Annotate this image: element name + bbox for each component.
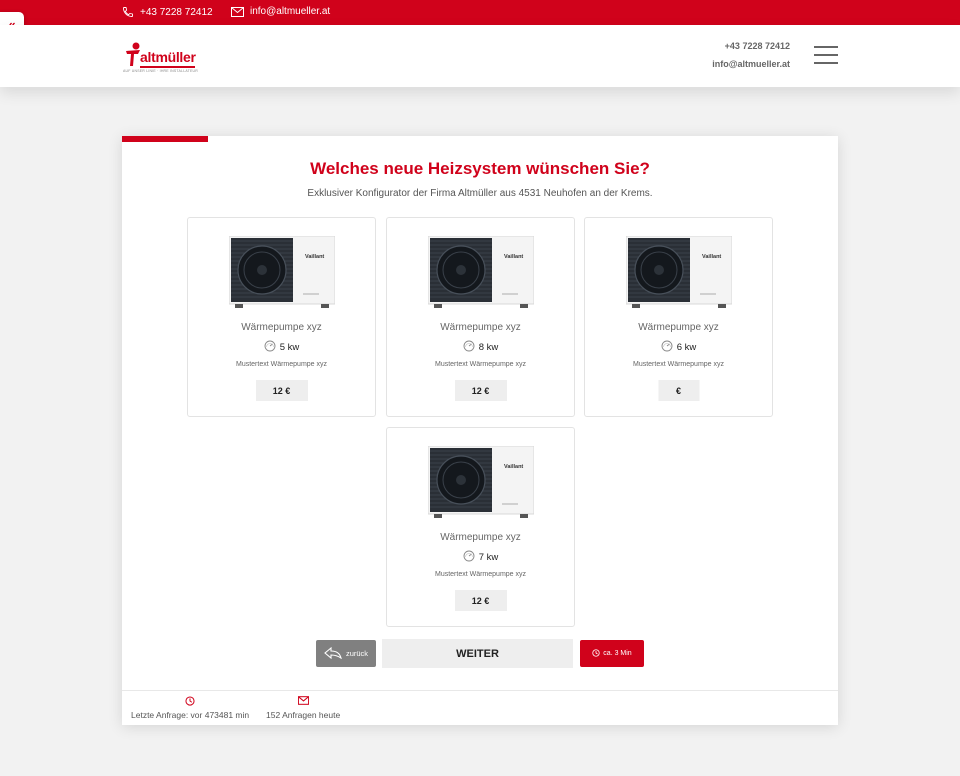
requests-today-text: 152 Anfragen heute	[266, 710, 341, 720]
logo-underline	[140, 66, 195, 68]
next-button[interactable]: WEITER	[382, 639, 573, 668]
header-email-link[interactable]: info@altmueller.at	[712, 59, 790, 69]
option-name: Wärmepumpe xyz	[440, 532, 521, 543]
option-card-heatpump-3[interactable]: Vaillant Wärmepumpe xyz 6 kw Mustertext …	[584, 217, 773, 417]
option-description: Mustertext Wärmepumpe xyz	[235, 361, 328, 368]
svg-text:Vaillant: Vaillant	[702, 254, 721, 260]
site-header: altmüller AUF UNSER LINIE · IHRE INSTALL…	[0, 25, 960, 87]
last-request-text: Letzte Anfrage: vor 473481 min	[131, 710, 250, 720]
header-phone-link[interactable]: +43 7228 72412	[725, 41, 790, 51]
option-power-value: 7 kw	[478, 552, 499, 563]
configurator-card: Welches neue Heizsystem wünschen Sie? Ex…	[122, 136, 838, 725]
topbar-phone-link[interactable]: +43 7228 72412	[122, 6, 213, 18]
option-price-badge: 12 €	[454, 590, 507, 611]
top-contact-bar: +43 7228 72412 info@altmueller.at	[0, 0, 960, 25]
option-name: Wärmepumpe xyz	[241, 322, 322, 333]
option-power-value: 8 kw	[478, 342, 499, 353]
configurator-title: Welches neue Heizsystem wünschen Sie?	[310, 159, 650, 178]
heat-pump-image: Vaillant	[427, 445, 535, 518]
configurator-subtitle: Exklusiver Konfigurator der Firma Altmül…	[307, 188, 653, 199]
option-power-value: 6 kw	[676, 342, 697, 353]
progress-bar	[122, 136, 208, 142]
last-request-stat: Letzte Anfrage: vor 473481 min	[131, 696, 249, 720]
option-name: Wärmepumpe xyz	[638, 322, 719, 333]
duration-label: ca. 3 Min	[603, 650, 632, 657]
requests-today-stat: 152 Anfragen heute	[266, 696, 340, 720]
svg-text:Vaillant: Vaillant	[504, 254, 523, 260]
logo-wordmark: altmüller	[140, 49, 196, 65]
option-description: Mustertext Wärmepumpe xyz	[632, 361, 725, 368]
gauge-icon	[661, 340, 673, 355]
mail-icon	[266, 696, 340, 707]
arrow-back-icon	[324, 646, 342, 661]
back-button[interactable]: zurück	[316, 640, 376, 667]
option-name: Wärmepumpe xyz	[440, 322, 521, 333]
back-button-label: zurück	[345, 649, 369, 658]
option-power: 8 kw	[387, 340, 574, 355]
option-description: Mustertext Wärmepumpe xyz	[434, 361, 527, 368]
gauge-icon	[463, 340, 475, 355]
option-price-badge: 12 €	[255, 380, 308, 401]
option-card-heatpump-4[interactable]: Vaillant Wärmepumpe xyz 7 kw Mustertext …	[386, 427, 575, 627]
gauge-icon	[264, 340, 276, 355]
option-card-heatpump-2[interactable]: Vaillant Wärmepumpe xyz 8 kw Mustertext …	[386, 217, 575, 417]
topbar-email-text: info@altmueller.at	[250, 6, 331, 17]
topbar-phone-text: +43 7228 72412	[140, 6, 213, 18]
heat-pump-image: Vaillant	[427, 235, 535, 308]
gauge-icon	[463, 550, 475, 565]
option-price-badge: 12 €	[454, 380, 507, 401]
card-footer-divider	[122, 690, 838, 691]
hamburger-menu-button[interactable]	[814, 46, 838, 64]
logo-tagline: AUF UNSER LINIE · IHRE INSTALLATEUR	[123, 69, 198, 73]
mail-icon	[231, 6, 244, 17]
menu-line	[814, 46, 838, 48]
clock-icon	[592, 648, 600, 659]
heat-pump-image: Vaillant	[625, 235, 733, 308]
heat-pump-image: Vaillant	[228, 235, 336, 308]
svg-text:Vaillant: Vaillant	[504, 464, 523, 470]
option-power-value: 5 kw	[279, 342, 300, 353]
option-power: 7 kw	[387, 550, 574, 565]
option-card-heatpump-1[interactable]: Vaillant Wärmepumpe xyz 5 kw Mustertext …	[187, 217, 376, 417]
option-price-badge: €	[658, 380, 699, 401]
menu-line	[814, 62, 838, 64]
option-description: Mustertext Wärmepumpe xyz	[434, 571, 527, 578]
phone-icon	[122, 6, 134, 18]
menu-line	[814, 54, 838, 56]
clock-icon	[131, 696, 249, 707]
duration-badge: ca. 3 Min	[580, 640, 644, 667]
option-power: 5 kw	[188, 340, 375, 355]
company-logo[interactable]: altmüller AUF UNSER LINIE · IHRE INSTALL…	[123, 40, 203, 73]
svg-text:Vaillant: Vaillant	[305, 254, 324, 260]
option-power: 6 kw	[585, 340, 772, 355]
topbar-email-link[interactable]: info@altmueller.at	[231, 6, 330, 17]
